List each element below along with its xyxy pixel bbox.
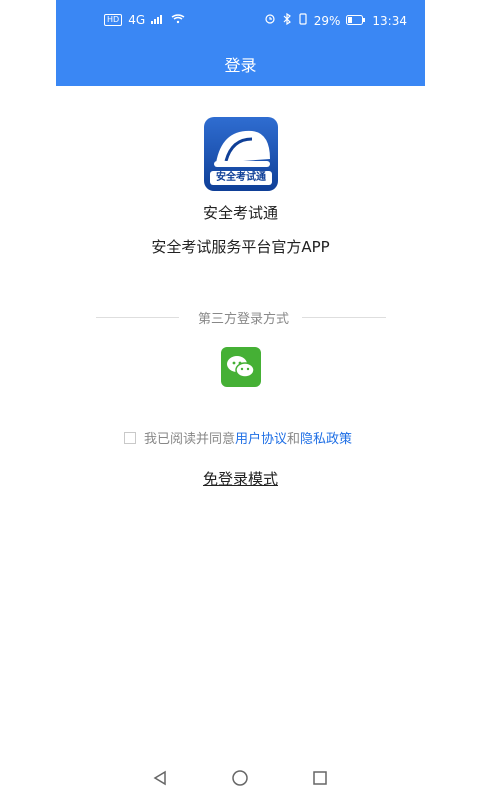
user-agreement-link[interactable]: 用户协议 — [235, 428, 287, 447]
home-button[interactable] — [228, 768, 252, 792]
third-party-label: 第三方登录方式 — [197, 312, 289, 327]
status-right: 29% 13:34 — [264, 12, 407, 28]
home-icon — [231, 769, 249, 791]
header: HD 4G 29% 13:34 登录 — [56, 0, 425, 86]
wechat-icon — [221, 356, 261, 391]
wechat-login-button[interactable] — [221, 347, 261, 387]
vibrate-icon — [298, 13, 308, 28]
bluetooth-icon — [282, 12, 292, 28]
status-bar: HD 4G 29% 13:34 — [56, 0, 425, 44]
privacy-policy-link[interactable]: 隐私政策 — [300, 428, 352, 447]
app-name: 安全考试通 — [202, 204, 278, 222]
app-frame: HD 4G 29% 13:34 登录 安全考试通 安全考试通 安全考试服务平台官… — [56, 0, 425, 800]
app-logo: 安全考试通 — [204, 117, 278, 191]
alarm-icon — [264, 13, 276, 28]
agreement-conjunction: 和 — [287, 432, 301, 447]
guest-mode-link[interactable]: 免登录模式 — [56, 468, 425, 489]
battery-percent: 29% — [313, 13, 341, 28]
recent-apps-icon — [311, 769, 329, 791]
network-label: 4G — [128, 13, 146, 27]
agreement-row: 我已阅读并同意 用户协议 和 隐私政策 — [124, 428, 352, 447]
status-left: HD 4G — [104, 13, 185, 27]
back-button[interactable] — [148, 768, 172, 792]
recent-apps-button[interactable] — [308, 768, 332, 792]
agreement-checkbox[interactable] — [124, 431, 136, 444]
app-subtitle: 安全考试服务平台官方APP — [151, 238, 330, 256]
signal-icon — [151, 13, 165, 27]
divider-line-left — [96, 317, 179, 318]
agreement-prefix: 我已阅读并同意 — [144, 432, 236, 447]
status-time: 13:34 — [372, 13, 407, 28]
system-nav-bar — [56, 762, 425, 800]
logo-text: 安全考试通 — [210, 171, 272, 185]
back-icon — [151, 769, 169, 791]
page-title: 登录 — [224, 56, 257, 75]
third-party-divider: 第三方登录方式 — [96, 308, 386, 327]
battery-icon — [346, 14, 366, 28]
wifi-icon — [171, 13, 185, 27]
hd-badge: HD — [104, 14, 123, 26]
divider-line-right — [302, 317, 386, 318]
